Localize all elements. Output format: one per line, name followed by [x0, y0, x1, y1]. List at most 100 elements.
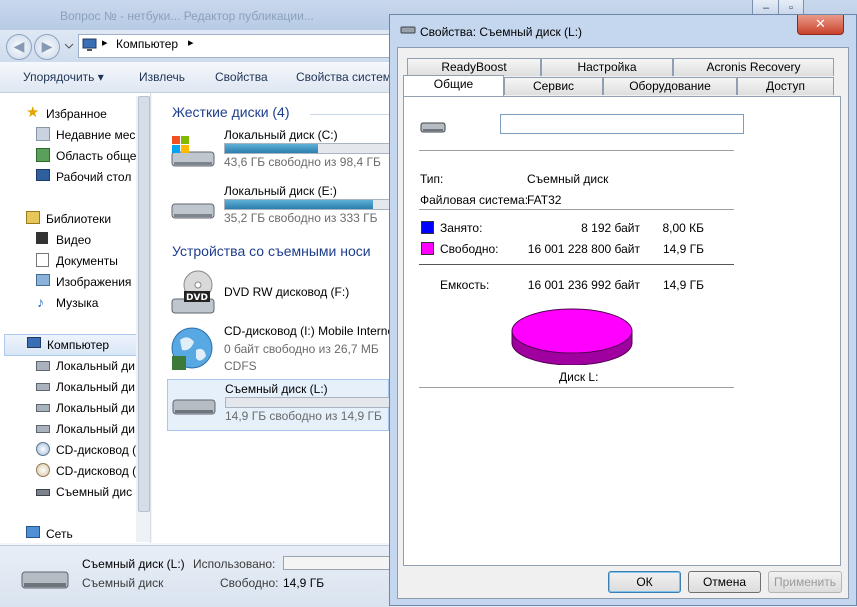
nav-local-disk[interactable]: Локальный ди: [0, 398, 150, 418]
nav-pictures[interactable]: Изображения: [0, 272, 150, 292]
details-usage-bar: [283, 556, 392, 570]
hdd-group-header[interactable]: Жесткие диски (4): [172, 104, 290, 120]
nav-computer[interactable]: Компьютер: [4, 334, 148, 356]
forward-button[interactable]: ▶: [34, 34, 60, 60]
details-free-label: Свободно:: [220, 576, 279, 590]
hard-drive-icon: [36, 361, 50, 371]
used-space-swatch: [421, 221, 434, 234]
nav-music[interactable]: ♪ Музыка: [0, 293, 150, 313]
divider: [419, 209, 734, 210]
nav-local-disk[interactable]: Локальный ди: [0, 377, 150, 397]
nav-favorites[interactable]: ★ Избранное: [0, 104, 150, 124]
used-bytes: 8 192 байт: [581, 221, 640, 235]
nav-cd-drive[interactable]: CD-дисковод (: [0, 461, 150, 481]
apply-button[interactable]: Применить: [768, 571, 842, 593]
free-label: Свободно:: [440, 242, 499, 256]
nav-video[interactable]: Видео: [0, 230, 150, 250]
hard-drive-windows-icon: [171, 136, 215, 167]
pictures-icon: [36, 274, 50, 286]
capacity-size: 14,9 ГБ: [662, 278, 704, 292]
tab-customize[interactable]: Настройка: [541, 58, 673, 76]
nav-scrollbar-thumb[interactable]: [138, 96, 150, 512]
removable-drive-icon: [36, 489, 50, 496]
details-free-value: 14,9 ГБ: [283, 576, 325, 590]
chevron-right-icon[interactable]: ▸: [188, 36, 194, 49]
free-size: 14,9 ГБ: [662, 242, 704, 256]
details-name: Съемный диск (L:): [82, 557, 185, 571]
nav-local-disk-c[interactable]: Локальный ди: [0, 356, 150, 376]
tab-hardware[interactable]: Оборудование: [603, 77, 737, 95]
drive-usage-bar: [224, 199, 390, 210]
system-properties-button[interactable]: Свойства систем: [296, 70, 391, 84]
eject-button[interactable]: Извлечь: [139, 70, 185, 84]
tab-acronis-recovery[interactable]: Acronis Recovery: [673, 58, 834, 76]
recent-pages-icon[interactable]: [64, 42, 74, 50]
removable-drive-icon: [400, 26, 416, 34]
close-button[interactable]: ✕: [797, 15, 844, 35]
removable-group-header[interactable]: Устройства со съемными носи: [172, 243, 371, 259]
drive-item-removable[interactable]: Съемный диск (L:) 14,9 ГБ свободно из 14…: [167, 379, 390, 431]
disk-label: Диск L:: [559, 370, 599, 384]
music-icon: ♪: [37, 294, 44, 310]
capacity-bytes: 16 001 236 992 байт: [527, 278, 640, 292]
nav-removable-disk[interactable]: Съемный дис: [0, 482, 150, 502]
drive-item-c[interactable]: Локальный диск (C:) 43,6 ГБ свободно из …: [170, 128, 390, 184]
cancel-button[interactable]: Отмена: [688, 571, 761, 593]
back-button[interactable]: ◀: [6, 34, 32, 60]
chevron-right-icon[interactable]: ▸: [102, 36, 108, 49]
nav-shared-area[interactable]: Область обще: [0, 146, 150, 166]
nav-network[interactable]: Сеть: [0, 524, 150, 543]
properties-dialog: Свойства: Съемный диск (L:) ✕ ReadyBoost…: [389, 14, 857, 606]
drive-usage-fill: [225, 144, 318, 153]
drive-item-e[interactable]: Локальный диск (E:) 35,2 ГБ свободно из …: [170, 184, 390, 240]
removable-drive-icon: [420, 122, 446, 133]
desktop-icon: [36, 169, 50, 181]
drive-usage-bar: [225, 397, 390, 408]
drive-item-cd[interactable]: CD-дисковод (I:) Mobile Interne 0 байт с…: [170, 324, 390, 374]
documents-icon: [36, 253, 49, 267]
computer-icon: [82, 38, 97, 51]
navigation-pane: ★ Избранное Недавние мес Область обще Ра…: [0, 93, 151, 543]
hard-drive-icon: [36, 404, 50, 412]
nav-local-disk[interactable]: Локальный ди: [0, 419, 150, 439]
volume-label-input[interactable]: [500, 114, 744, 134]
tab-tools[interactable]: Сервис: [504, 77, 603, 95]
properties-button[interactable]: Свойства: [215, 70, 268, 84]
nav-recent-places[interactable]: Недавние мес: [0, 125, 150, 145]
explorer-title: Вопрос № - нетбуки... Редактор публикаци…: [60, 9, 314, 23]
cd-icon: [36, 442, 50, 456]
details-type: Съемный диск: [82, 576, 164, 590]
drive-item-dvd[interactable]: DVD DVD RW дисковод (F:): [170, 269, 390, 325]
filesystem-value: FAT32: [527, 193, 562, 207]
nav-libraries[interactable]: Библиотеки: [0, 209, 150, 229]
address-text: Компьютер: [116, 37, 179, 51]
star-icon: ★: [26, 104, 40, 121]
ok-button[interactable]: ОК: [608, 571, 681, 593]
tab-general[interactable]: Общие: [403, 75, 504, 96]
drive-name: DVD RW дисковод (F:): [224, 285, 350, 299]
organize-button[interactable]: Упорядочить ▾: [23, 70, 104, 84]
nav-documents[interactable]: Документы: [0, 251, 150, 271]
used-label: Занято:: [440, 221, 483, 235]
disk-usage-pie: [511, 308, 633, 365]
general-tab-page: Тип: Съемный диск Файловая система: FAT3…: [403, 96, 841, 566]
tab-sharing[interactable]: Доступ: [737, 77, 834, 95]
drive-free-space: 14,9 ГБ свободно из 14,9 ГБ: [225, 409, 382, 423]
divider: [419, 387, 734, 388]
hard-drive-icon: [171, 203, 215, 219]
dvd-drive-icon: DVD: [171, 270, 215, 314]
drive-free-space: 0 байт свободно из 26,7 МБ: [224, 342, 379, 356]
cd-globe-icon: [171, 327, 213, 370]
removable-drive-icon: [172, 399, 216, 415]
recent-places-icon: [36, 127, 50, 141]
capacity-label: Емкость:: [440, 278, 490, 292]
drive-name: CD-дисковод (I:) Mobile Interne: [224, 324, 390, 338]
free-space-swatch: [421, 242, 434, 255]
group-divider: [310, 114, 390, 115]
nav-desktop[interactable]: Рабочий стол: [0, 167, 150, 187]
removable-drive-icon: [21, 571, 69, 589]
divider: [419, 150, 734, 151]
nav-cd-drive[interactable]: CD-дисковод (: [0, 440, 150, 460]
libraries-icon: [26, 211, 40, 224]
tab-readyboost[interactable]: ReadyBoost: [407, 58, 541, 76]
